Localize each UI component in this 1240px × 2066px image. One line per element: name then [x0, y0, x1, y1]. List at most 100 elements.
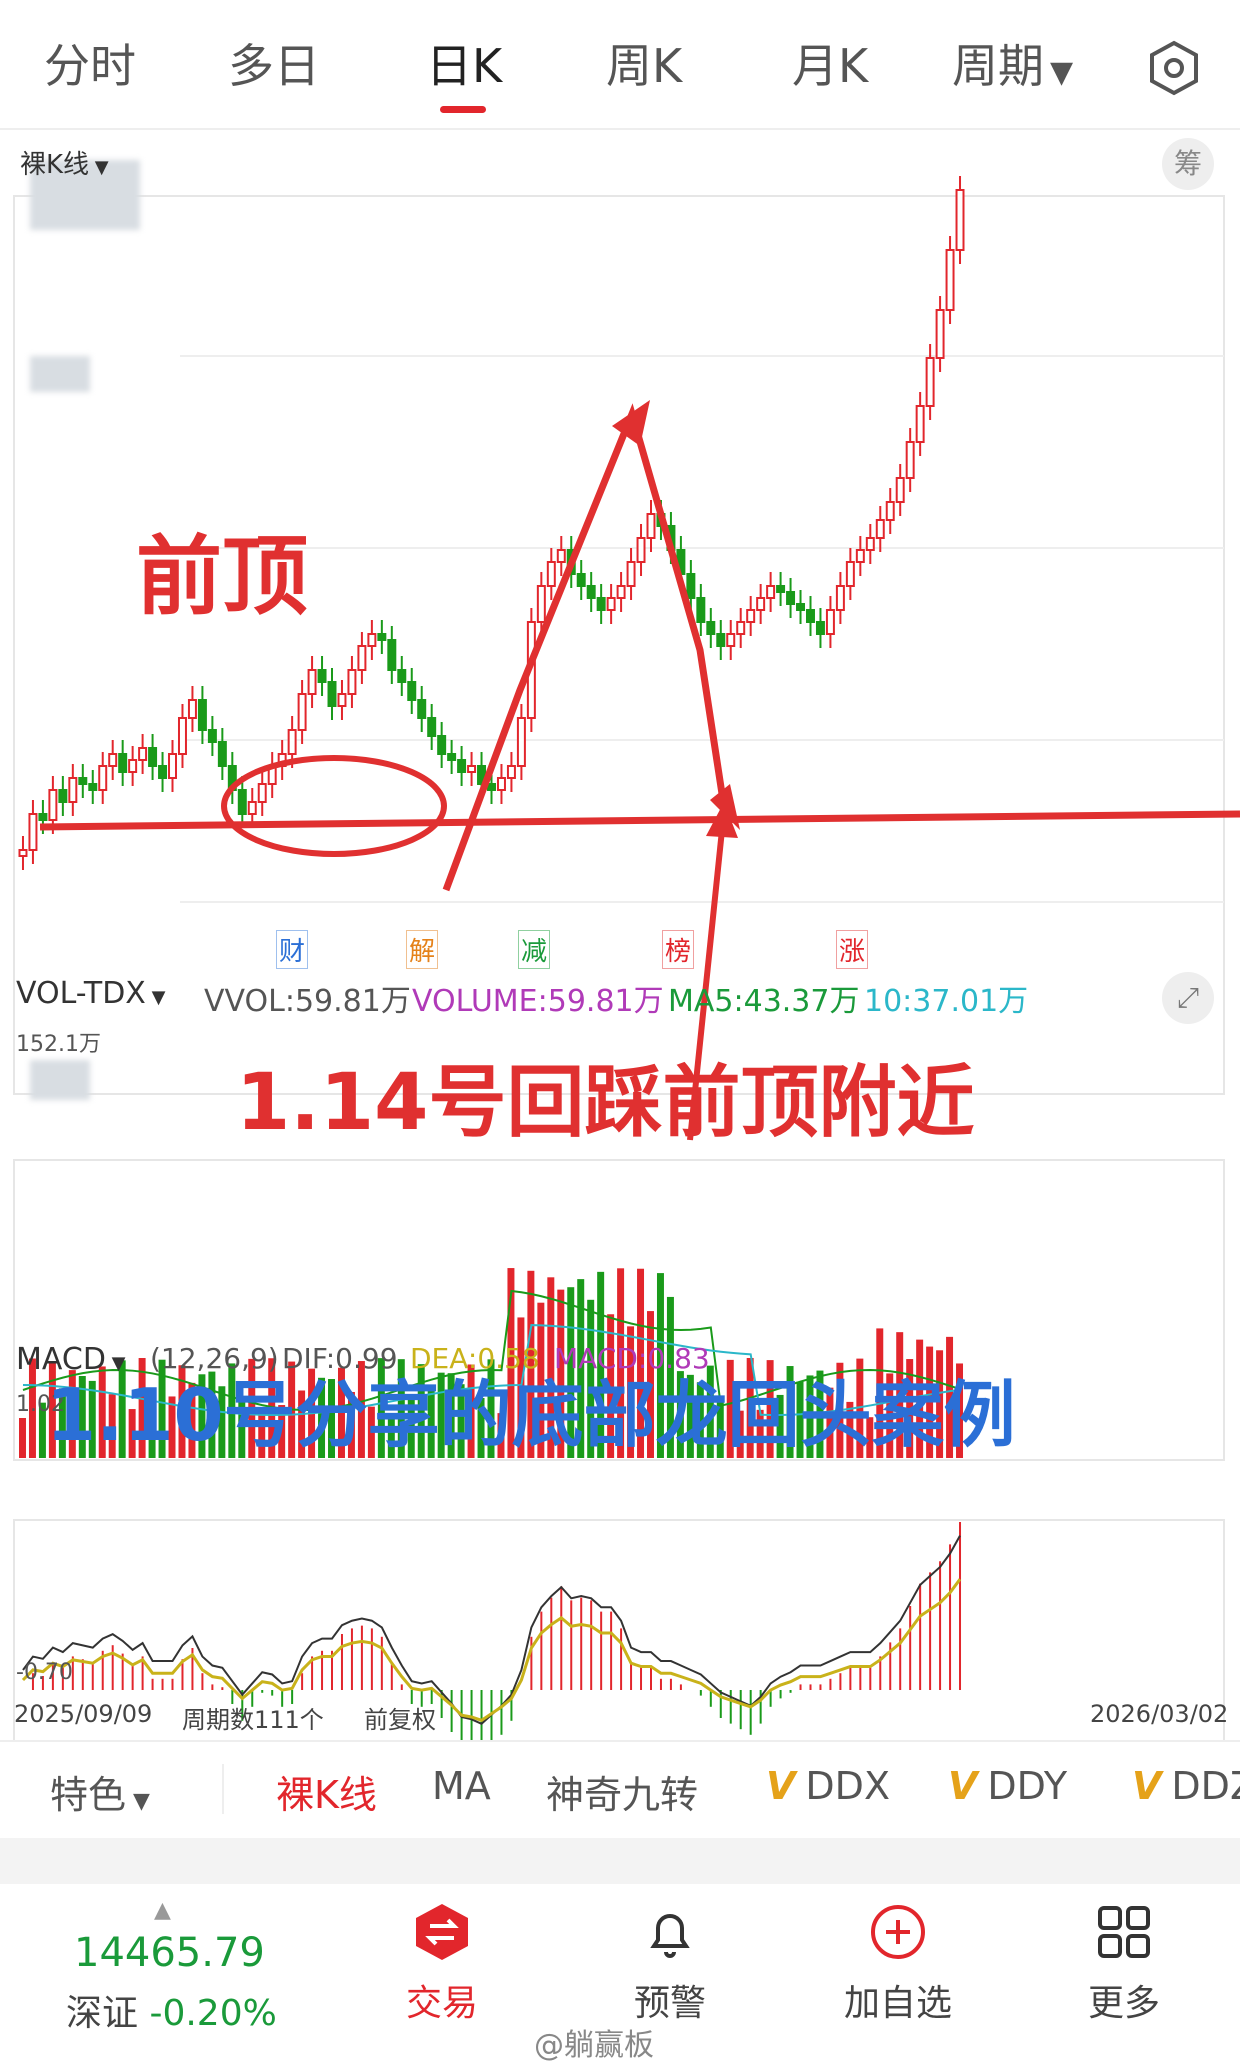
- bell-icon: [650, 1914, 690, 1958]
- price-adjust-mode[interactable]: 前复权: [364, 1700, 436, 1735]
- plus-circle-icon: [871, 1905, 925, 1959]
- candle-body: [696, 597, 706, 623]
- prev-top-circle: [221, 755, 447, 857]
- candle-body: [825, 609, 835, 635]
- arrow-head-up: [612, 400, 650, 446]
- candle-body: [875, 519, 885, 539]
- blurred-price-label: [30, 356, 90, 392]
- nav-add-watch[interactable]: 加自选: [808, 1902, 988, 2026]
- candle-body: [347, 669, 357, 695]
- candle-body: [138, 747, 148, 761]
- nav-alert-label: 预警: [633, 1983, 706, 2024]
- candle-body: [626, 561, 636, 587]
- caret-down-icon: ▼: [145, 987, 166, 1008]
- candle-body: [945, 249, 955, 311]
- candle-body: [407, 681, 417, 701]
- candle-body: [38, 813, 48, 821]
- tab-daily-k[interactable]: 日K: [426, 30, 502, 96]
- candle-body: [815, 621, 825, 635]
- candle-body: [417, 699, 427, 719]
- feature-dropdown[interactable]: 特色 ▼: [50, 1764, 150, 1819]
- tool-ma[interactable]: MA: [432, 1764, 491, 1808]
- candle-body: [148, 747, 158, 767]
- v-badge-icon: V: [766, 1764, 796, 1808]
- candle-body: [88, 783, 98, 791]
- nav-trade[interactable]: 交易: [352, 1902, 532, 2026]
- tool-ddy[interactable]: V DDY: [948, 1764, 1067, 1808]
- candle-body: [297, 693, 307, 731]
- event-tag-reduce[interactable]: 减: [518, 930, 551, 969]
- caret-up-icon: ▲: [154, 1898, 171, 1923]
- candle-body: [118, 753, 128, 773]
- candle-body: [247, 801, 257, 815]
- candle-body: [487, 783, 496, 791]
- tab-period-dropdown[interactable]: 周期 ▼: [952, 30, 1073, 96]
- ma5-value: MA5:43.37万: [668, 984, 860, 1019]
- tab-period-label: 周期: [952, 39, 1044, 93]
- candle-body: [506, 765, 516, 779]
- tool-ddz[interactable]: VDDZ: [1132, 1764, 1240, 1808]
- candle-body: [546, 561, 556, 587]
- period-tabs: 分时 多日 日K 周K 月K 周期 ▼: [0, 0, 1240, 130]
- candle-body: [197, 699, 207, 731]
- chart-area[interactable]: 裸K线 ▼ 筹 财 解 减 榜 涨 VOL-TDX ▼ VVOL:59.81万 …: [0, 130, 1240, 1740]
- candle-body: [397, 669, 407, 683]
- candle-body: [885, 501, 895, 521]
- index-value[interactable]: 14465.79: [74, 1930, 265, 1976]
- kline-mode-text: 裸K线: [20, 150, 90, 180]
- caret-down-icon: ▼: [126, 1789, 150, 1814]
- blurred-price-label: [30, 1060, 90, 1100]
- v-badge-icon: V: [1132, 1764, 1162, 1808]
- macd-histogram: [21, 1522, 962, 1740]
- candle-body: [746, 609, 756, 623]
- tool-ddx-label: DDX: [805, 1764, 890, 1808]
- index-change: -0.20%: [149, 1993, 277, 2034]
- candle-body: [806, 609, 815, 623]
- tool-naked-k[interactable]: 裸K线: [276, 1764, 377, 1819]
- candle-body: [447, 753, 457, 761]
- tool-ddz-label: DDZ: [1171, 1764, 1240, 1808]
- volume-indicator-selector[interactable]: VOL-TDX ▼: [16, 976, 165, 1011]
- expand-icon[interactable]: ⤢: [1162, 972, 1214, 1024]
- tab-multi-day[interactable]: 多日: [228, 30, 320, 96]
- candle-body: [158, 765, 168, 779]
- candle-body: [706, 621, 716, 635]
- tab-intraday[interactable]: 分时: [44, 30, 136, 96]
- nav-more[interactable]: 更多: [1034, 1902, 1214, 2026]
- candle-body: [367, 633, 377, 647]
- event-tag-unlock[interactable]: 解: [406, 930, 439, 969]
- tab-weekly-k[interactable]: 周K: [606, 30, 682, 96]
- candle-body: [187, 699, 197, 719]
- candle-body: [337, 693, 347, 707]
- nav-more-label: 更多: [1087, 1983, 1160, 2024]
- nav-alert[interactable]: 预警: [580, 1902, 760, 2026]
- active-tab-underline: [440, 106, 486, 113]
- kline-mode-label[interactable]: 裸K线 ▼: [20, 144, 109, 181]
- candle-body: [387, 639, 397, 671]
- candle-body: [606, 597, 616, 611]
- candle-body: [726, 633, 736, 647]
- toolbar-divider: [222, 1764, 224, 1814]
- candle-body: [28, 813, 38, 851]
- axis-start-date: 2025/09/09: [14, 1700, 153, 1728]
- event-tag-limit-up[interactable]: 涨: [836, 930, 869, 969]
- chip-distribution-button[interactable]: 筹: [1162, 138, 1214, 190]
- candle-body: [496, 777, 506, 791]
- annotation-prev-top: 前顶: [136, 527, 308, 627]
- candle-body: [716, 633, 726, 647]
- trade-icon: [416, 1904, 468, 1960]
- candle-body: [796, 603, 806, 611]
- candle-body: [786, 591, 796, 605]
- candle-body: [646, 513, 656, 539]
- index-name-change[interactable]: 深证 -0.20%: [66, 1984, 277, 2036]
- event-tag-finance[interactable]: 财: [276, 930, 309, 969]
- event-tag-ranking[interactable]: 榜: [662, 930, 695, 969]
- bottom-nav: ▲ 14465.79 深证 -0.20% 交易 预警 加自选 更多 @躺赢板: [0, 1884, 1240, 2066]
- tab-monthly-k[interactable]: 月K: [792, 30, 868, 96]
- tool-nine-turn[interactable]: 神奇九转: [546, 1764, 698, 1819]
- candle-body: [48, 789, 58, 821]
- tool-ddx[interactable]: V DDX: [766, 1764, 890, 1808]
- support-line: [39, 810, 1240, 831]
- candle-body: [955, 189, 965, 251]
- hexagon-gear-icon[interactable]: [1146, 40, 1202, 96]
